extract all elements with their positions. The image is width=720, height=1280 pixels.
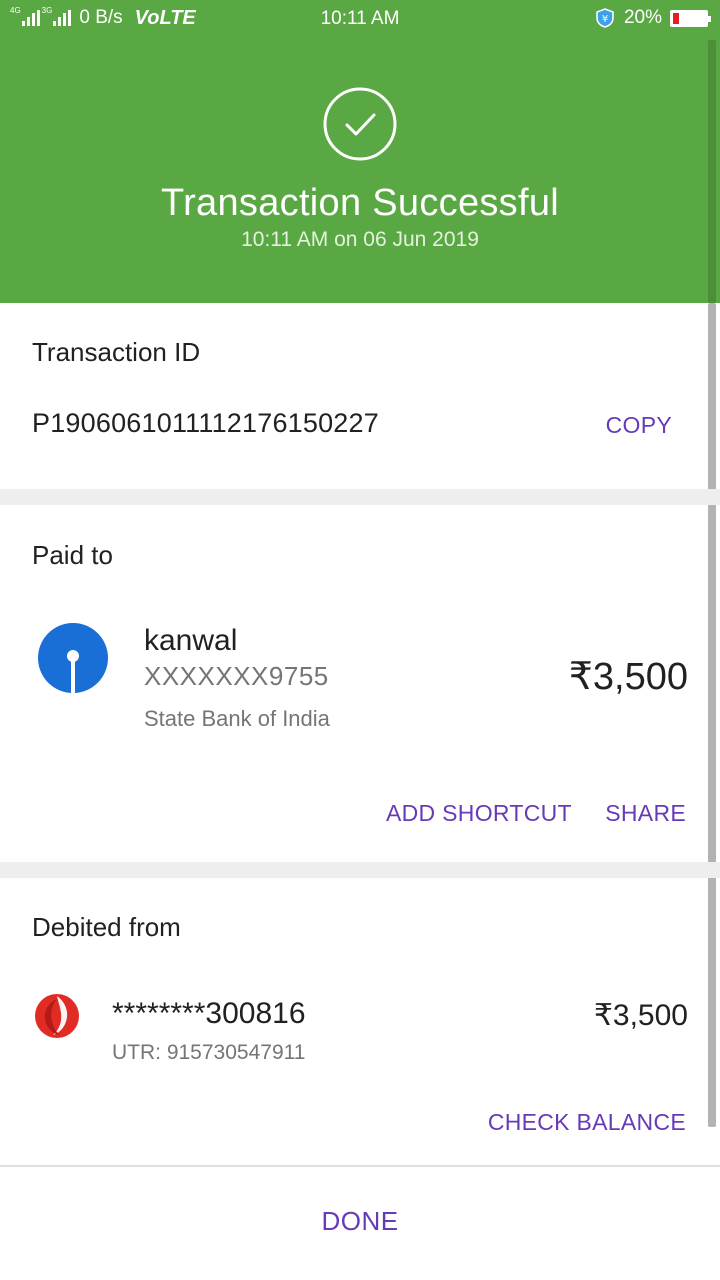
paid-to-label: Paid to	[32, 540, 113, 570]
add-shortcut-button[interactable]: ADD SHORTCUT	[386, 800, 572, 827]
battery-percent: 20%	[623, 7, 662, 28]
shield-icon: ¥	[596, 8, 614, 28]
scrollbar-thumb[interactable]	[708, 303, 716, 1127]
done-button[interactable]: DONE	[0, 1206, 720, 1237]
battery-icon	[670, 9, 711, 27]
payee-bank: State Bank of India	[144, 706, 330, 731]
footer-divider	[0, 1165, 720, 1167]
transaction-id-value: P1906061011112176150227	[32, 408, 379, 438]
utr-number: UTR: 915730547911	[112, 1041, 306, 1064]
check-balance-button[interactable]: CHECK BALANCE	[488, 1109, 686, 1136]
debited-amount: ₹3,500	[593, 999, 688, 1032]
sbi-logo-icon	[38, 623, 108, 693]
status-right: ¥ 20%	[596, 5, 711, 31]
payee-account: XXXXXXX9755	[144, 661, 329, 691]
success-header: Transaction Successful 10:11 AM on 06 Ju…	[0, 36, 720, 303]
transaction-id-label: Transaction ID	[32, 337, 201, 367]
payee-name: kanwal	[144, 624, 238, 657]
debit-account: ********300816	[112, 997, 306, 1030]
debited-from-label: Debited from	[32, 912, 181, 942]
check-circle-icon	[323, 87, 397, 161]
status-bar: 4G 3G 0 B/s VoLTE 10:11 AM ¥ 20%	[0, 0, 720, 36]
transaction-datetime: 10:11 AM on 06 Jun 2019	[241, 228, 479, 251]
paid-amount: ₹3,500	[568, 656, 688, 698]
svg-text:¥: ¥	[602, 14, 608, 25]
scrollbar-track-top	[708, 40, 716, 303]
share-button[interactable]: SHARE	[605, 800, 686, 827]
battery-level-fill	[673, 12, 679, 24]
page-title: Transaction Successful	[160, 182, 560, 224]
section-divider	[0, 862, 720, 878]
copy-button[interactable]: COPY	[606, 412, 672, 439]
section-divider	[0, 489, 720, 505]
bank-logo-icon	[35, 994, 79, 1038]
